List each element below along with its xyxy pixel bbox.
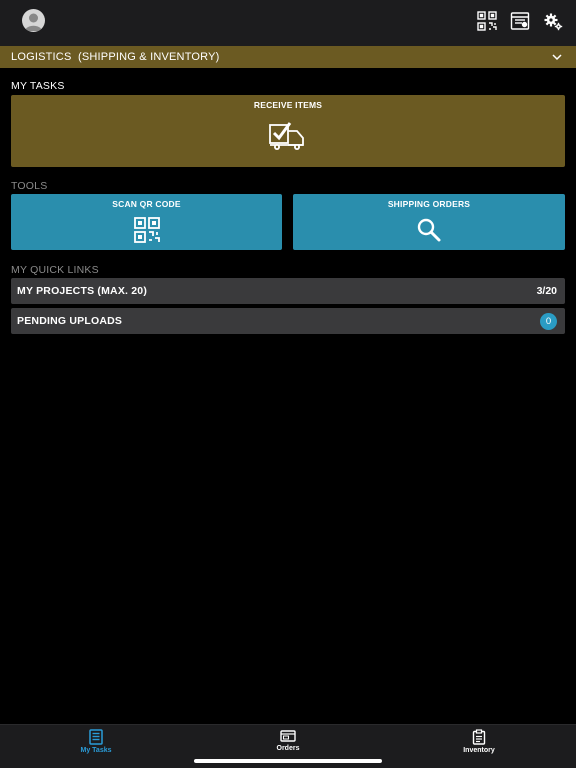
- logistics-section-header[interactable]: LOGISTICS (SHIPPING & INVENTORY): [0, 46, 576, 68]
- clipboard-icon: [472, 729, 486, 745]
- receive-items-button[interactable]: RECEIVE ITEMS: [11, 95, 565, 167]
- tab-inventory[interactable]: Inventory: [439, 729, 519, 754]
- qr-code-icon: [133, 217, 160, 243]
- tools-heading: TOOLS: [11, 180, 48, 192]
- pending-uploads-badge: 0: [540, 312, 557, 330]
- my-projects-count: 3/20: [536, 285, 557, 297]
- shipping-orders-label: SHIPPING ORDERS: [387, 199, 471, 209]
- scan-qr-code-button[interactable]: SCAN QR CODE: [11, 194, 282, 250]
- tab-my-tasks-label: My Tasks: [80, 747, 112, 754]
- my-projects-label: MY PROJECTS (MAX. 20): [17, 285, 148, 297]
- quick-links-heading: MY QUICK LINKS: [11, 264, 99, 276]
- receive-items-label: RECEIVE ITEMS: [253, 100, 323, 110]
- task-list-icon: [89, 729, 103, 745]
- search-icon: [417, 218, 441, 242]
- pending-uploads-link[interactable]: PENDING UPLOADS 0: [11, 308, 565, 334]
- section-title: LOGISTICS (SHIPPING & INVENTORY): [11, 51, 220, 63]
- pending-uploads-label: PENDING UPLOADS: [17, 315, 123, 327]
- barcode-scanner-icon[interactable]: [509, 10, 531, 32]
- qr-code-icon[interactable]: [476, 10, 498, 32]
- tab-inventory-label: Inventory: [463, 747, 495, 754]
- my-projects-link[interactable]: MY PROJECTS (MAX. 20) 3/20: [11, 278, 565, 304]
- settings-gears-icon[interactable]: [542, 10, 564, 32]
- tab-orders[interactable]: Orders: [248, 729, 328, 752]
- top-bar: [0, 0, 576, 46]
- chevron-down-icon[interactable]: [551, 51, 563, 63]
- scan-qr-code-label: SCAN QR CODE: [112, 199, 181, 209]
- tab-orders-label: Orders: [276, 745, 300, 752]
- home-indicator[interactable]: [194, 759, 382, 763]
- truck-check-icon: [269, 122, 304, 150]
- user-avatar-icon[interactable]: [22, 9, 45, 32]
- tab-my-tasks[interactable]: My Tasks: [56, 729, 136, 754]
- orders-icon: [280, 730, 296, 742]
- my-tasks-heading: MY TASKS: [11, 80, 65, 92]
- shipping-orders-button[interactable]: SHIPPING ORDERS: [293, 194, 565, 250]
